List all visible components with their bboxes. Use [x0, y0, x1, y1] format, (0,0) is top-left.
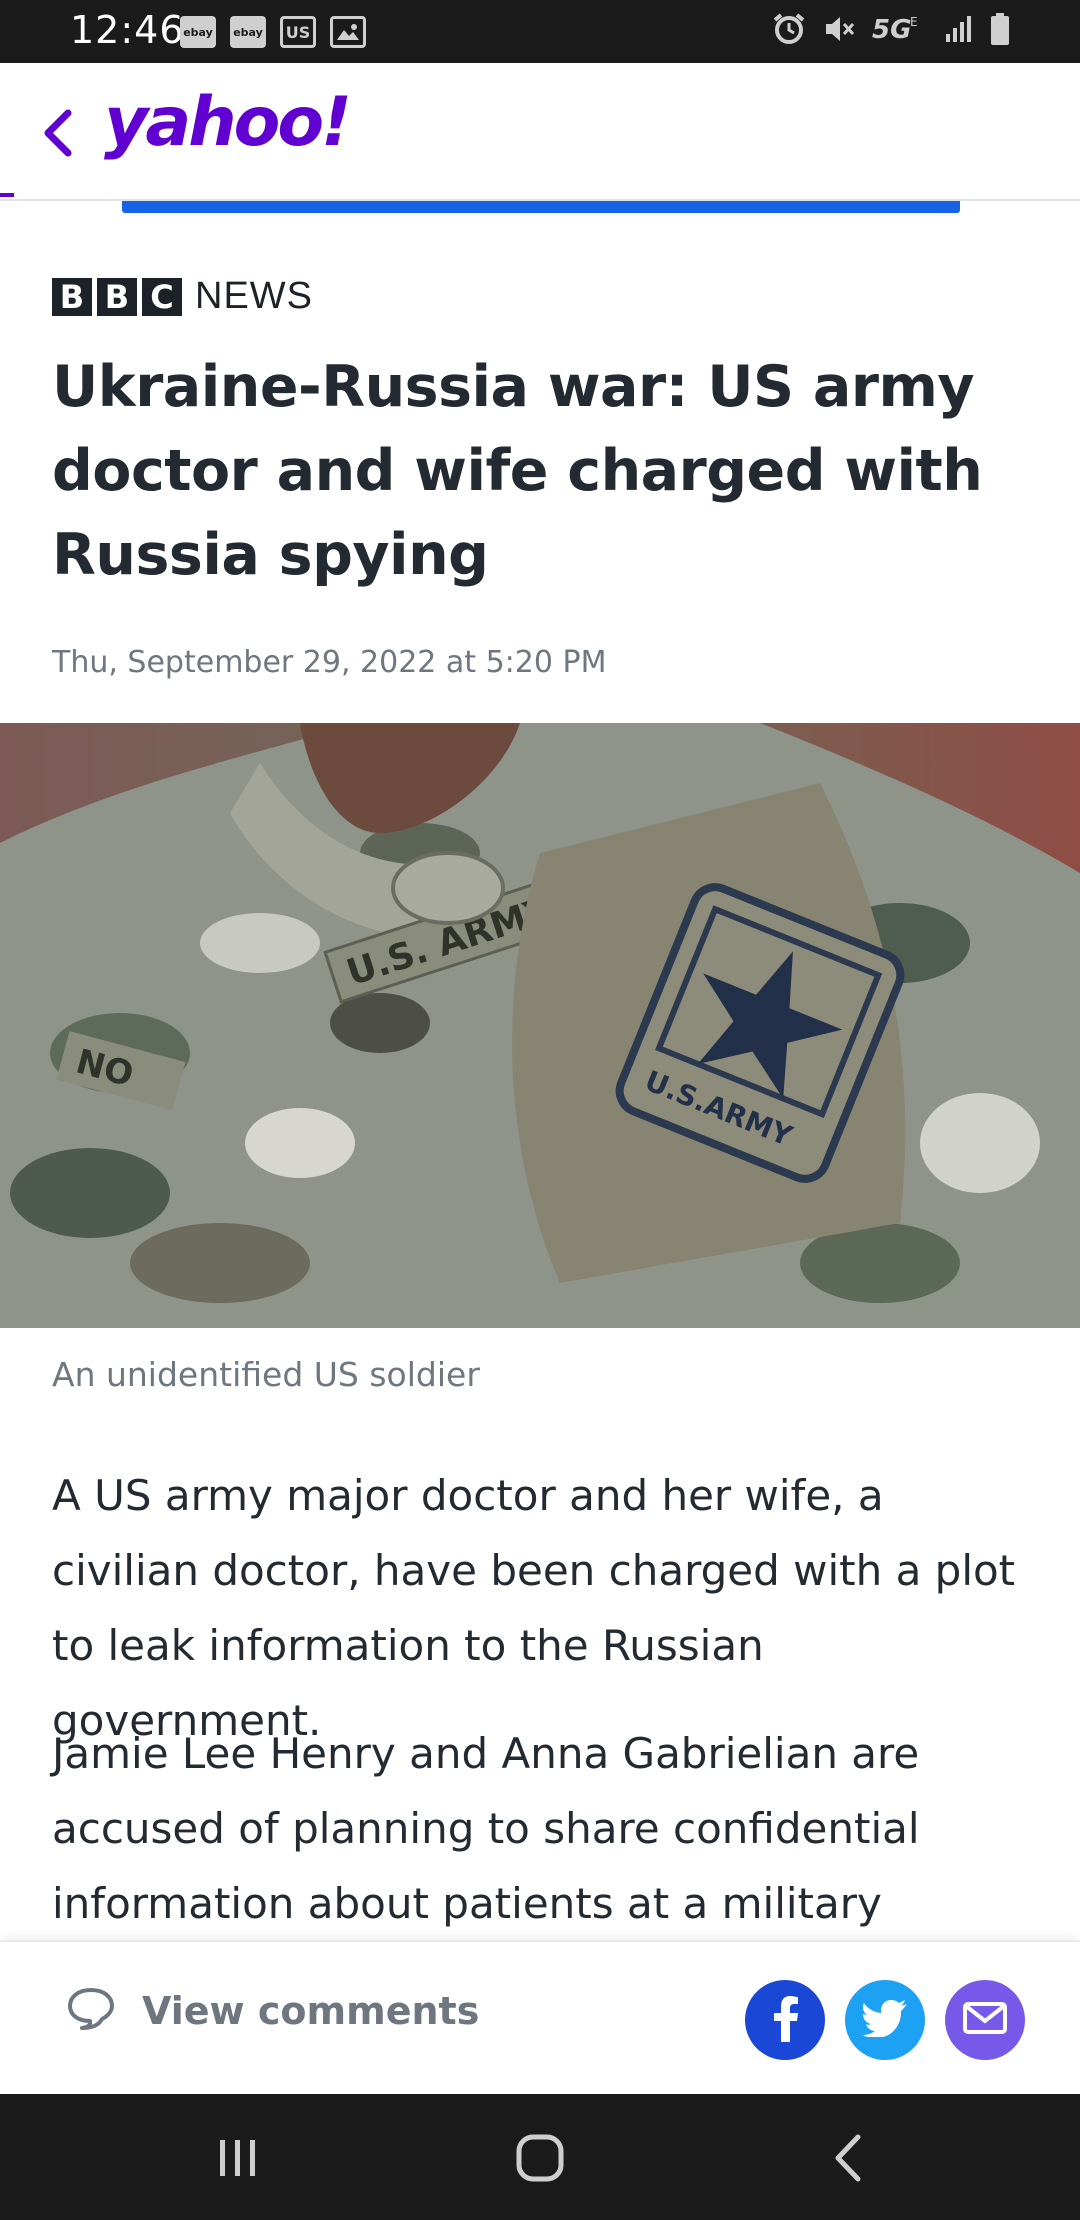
view-comments-label: View comments	[142, 1988, 480, 2033]
source-logo-block: B	[52, 277, 92, 316]
notification-icons: ebay ebay US	[180, 16, 366, 48]
reading-progress-bar	[122, 201, 960, 213]
status-bar: 12:46 ebay ebay US 5G E	[0, 0, 1080, 63]
article-paragraph: Jamie Lee Henry and Anna Gabrielian are …	[52, 1729, 920, 1928]
article-headline: Ukraine-Russia war: US army doctor and w…	[52, 354, 983, 588]
source-logo: B B C NEWS	[52, 275, 313, 318]
view-comments-button[interactable]: View comments	[66, 1986, 479, 2035]
battery-icon	[990, 12, 1010, 46]
recents-icon[interactable]	[210, 2130, 266, 2186]
image-icon	[330, 16, 366, 48]
us-icon: US	[280, 16, 316, 48]
mute-icon	[822, 12, 856, 46]
signal-icon	[944, 14, 974, 44]
system-icons: 5G E	[772, 12, 1010, 46]
source-logo-block: B	[97, 277, 137, 316]
svg-text:E: E	[910, 15, 918, 29]
tab-indicator	[0, 193, 14, 197]
image-caption: An unidentified US soldier	[52, 1355, 480, 1394]
facebook-share-button[interactable]	[745, 1980, 825, 2060]
app-header: yahoo!	[0, 63, 1080, 201]
comment-bubble-icon	[66, 1986, 116, 2035]
article-paragraph: A US army major doctor and her wife, a c…	[52, 1471, 1016, 1745]
article-hero-image: U.S. ARMY NO U.S.ARMY	[0, 723, 1080, 1328]
network-5g-icon: 5G E	[872, 12, 928, 46]
article-date: Thu, September 29, 2022 at 5:20 PM	[52, 645, 607, 680]
yahoo-logo[interactable]: yahoo!	[104, 83, 352, 162]
svg-text:5G: 5G	[872, 15, 911, 45]
alarm-icon	[772, 12, 806, 46]
source-logo-suffix: NEWS	[195, 275, 313, 317]
home-icon[interactable]	[512, 2130, 568, 2186]
status-time: 12:46	[70, 8, 185, 52]
article-action-bar: View comments	[0, 1940, 1080, 2094]
back-icon[interactable]	[820, 2130, 876, 2186]
twitter-icon	[862, 1999, 908, 2042]
chevron-left-icon[interactable]	[38, 108, 78, 158]
email-share-button[interactable]	[945, 1980, 1025, 2060]
twitter-share-button[interactable]	[845, 1980, 925, 2060]
ebay-icon: ebay	[230, 16, 266, 48]
ebay-icon: ebay	[180, 16, 216, 48]
mail-icon	[962, 2001, 1008, 2040]
source-logo-block: C	[142, 277, 182, 316]
system-nav-bar	[0, 2094, 1080, 2220]
facebook-icon	[768, 1994, 802, 2047]
